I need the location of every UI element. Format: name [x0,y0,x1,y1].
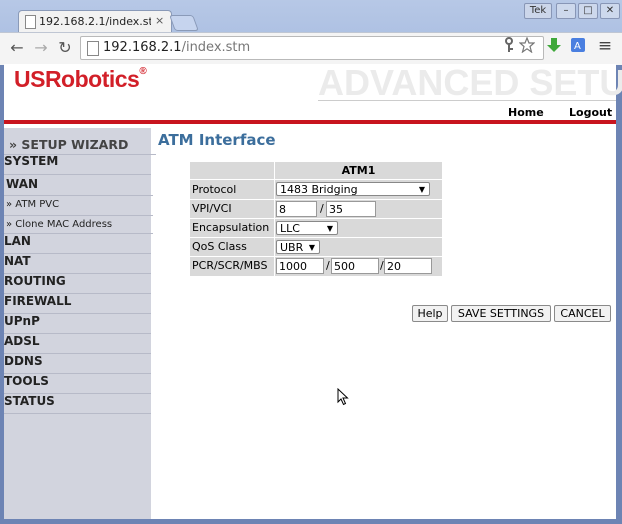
minimize-button[interactable]: – [556,3,576,19]
back-arrow-icon[interactable]: ← [8,39,26,57]
mbs-input[interactable]: 20 [384,258,432,274]
logout-link[interactable]: Logout [569,106,612,119]
vpi-vci-label: VPI/VCI [192,202,232,215]
pcr-scr-mbs-label: PCR/SCR/MBS [192,259,268,272]
row-divider [190,218,442,219]
qos-class-label: QoS Class [192,240,247,253]
protocol-selected-value: 1483 Bridging [280,183,358,196]
star-icon[interactable] [518,36,536,55]
dropdown-arrow-icon: ▼ [308,243,315,252]
cancel-button[interactable]: CANCEL [554,305,611,322]
key-icon[interactable] [500,37,518,55]
home-link[interactable]: Home [508,106,544,119]
advanced-setup-banner: ADVANCED SETUP [318,62,622,103]
sidebar-item-clone-mac[interactable]: » Clone MAC Address [4,216,153,234]
sidebar-item-firewall[interactable]: FIREWALL [4,294,151,314]
url-path: /index.stm [181,40,251,55]
url-host: 192.168.2.1 [103,40,182,55]
maximize-button[interactable]: □ [578,3,598,19]
usrobotics-logo: USRobotics® [14,66,147,93]
dropdown-arrow-icon: ▼ [418,185,425,194]
field-separator: / [326,259,330,272]
vci-input[interactable]: 35 [326,201,376,217]
banner-divider [318,100,616,101]
close-window-button[interactable]: ✕ [600,3,620,19]
help-button[interactable]: Help [412,305,448,322]
router-admin-page: USRobotics® ADVANCED SETUP Home Logout »… [4,62,622,519]
row-divider [190,237,442,238]
pcr-input[interactable]: 1000 [276,258,324,274]
sidebar-item-system[interactable]: SYSTEM [4,155,151,175]
url-text: 192.168.2.1/index.stm [103,40,250,55]
page-icon [87,41,99,56]
mouse-cursor-icon [337,388,349,406]
logo-registered-mark: ® [139,66,147,77]
qos-class-select[interactable]: UBR ▼ [276,240,320,254]
reload-icon[interactable]: ↻ [56,39,74,57]
scr-input[interactable]: 500 [331,258,379,274]
protocol-select[interactable]: 1483 Bridging ▼ [276,182,430,196]
logo-text: USRobotics [14,66,140,92]
sidebar-item-atm-pvc[interactable]: » ATM PVC [4,196,153,216]
menu-icon[interactable]: ≡ [596,37,614,55]
row-divider [190,179,442,180]
sidebar-item-adsl[interactable]: ADSL [4,334,151,354]
svg-text:A: A [574,41,581,52]
header-accent-bar [4,120,616,124]
protocol-label: Protocol [192,183,237,196]
tab-title: 192.168.2.1/index.stm [39,15,151,28]
browser-tab[interactable]: 192.168.2.1/index.stm × [18,10,172,33]
address-bar[interactable]: 192.168.2.1/index.stm [80,36,544,60]
sidebar-item-tools[interactable]: TOOLS [4,374,151,394]
download-icon[interactable] [545,37,563,55]
sidebar-item-ddns[interactable]: DDNS [4,354,151,374]
sidebar-item-status[interactable]: STATUS [4,394,151,414]
sidebar-item-lan[interactable]: LAN [4,234,151,254]
forward-arrow-icon[interactable]: → [32,39,50,57]
encapsulation-label: Encapsulation [192,221,270,234]
row-divider [190,256,442,257]
page-title: ATM Interface [158,131,276,149]
sidebar-item-setup-wizard[interactable]: » SETUP WIZARD [4,134,156,155]
vpi-input[interactable]: 8 [276,201,317,217]
sidebar-item-upnp[interactable]: UPnP [4,314,151,334]
save-settings-button[interactable]: SAVE SETTINGS [451,305,551,322]
tab-close-icon[interactable]: × [155,14,164,27]
user-profile-button[interactable]: Tek [524,3,552,19]
row-divider [190,199,442,200]
dropdown-arrow-icon: ▼ [326,224,333,233]
page-icon [25,15,36,29]
encapsulation-selected-value: LLC [280,222,300,235]
sidebar-item-routing[interactable]: ROUTING [4,274,151,294]
sidebar-nav: » SETUP WIZARD SYSTEM WAN » ATM PVC » Cl… [4,128,156,519]
atm-settings-table: ATM1 Protocol 1483 Bridging ▼ VPI/VCI 8 … [190,162,442,276]
sidebar-item-nat[interactable]: NAT [4,254,151,274]
field-separator: / [320,202,324,215]
sidebar-item-wan[interactable]: WAN [4,175,153,196]
atm1-column-header: ATM1 [341,164,376,177]
qos-selected-value: UBR [280,241,304,254]
translate-icon[interactable]: A [569,37,587,55]
encapsulation-select[interactable]: LLC ▼ [276,221,338,235]
